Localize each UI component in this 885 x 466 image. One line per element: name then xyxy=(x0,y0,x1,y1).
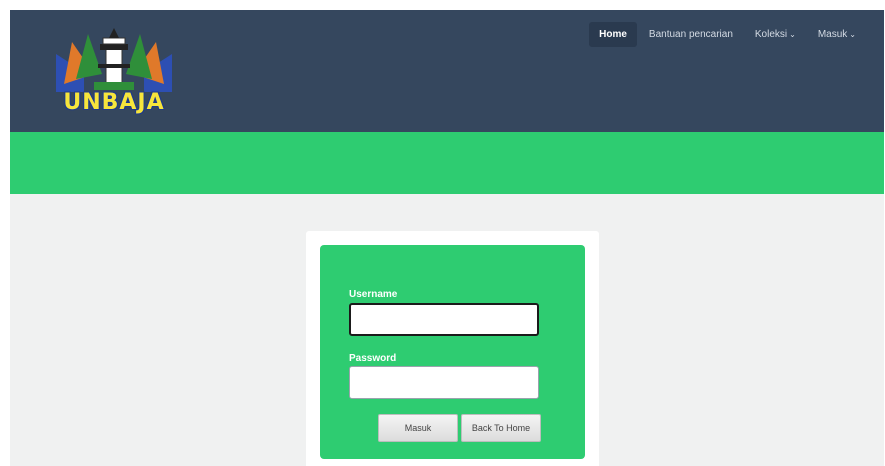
login-form: Username Password Masuk Back To Home xyxy=(320,245,585,459)
nav-item-home[interactable]: Home xyxy=(589,22,637,47)
login-card: Username Password Masuk Back To Home xyxy=(306,231,599,466)
page-frame: UNBAJA Home Bantuan pencarian Koleksi ⌄ … xyxy=(10,10,884,466)
nav-item-label: Koleksi xyxy=(754,29,788,40)
username-input[interactable] xyxy=(349,303,539,336)
nav-item-label: Bantuan pencarian xyxy=(648,29,733,40)
unbaja-logo[interactable]: UNBAJA xyxy=(54,24,174,116)
logo-text: UNBAJA xyxy=(63,90,165,115)
nav-item-koleksi[interactable]: Koleksi ⌄ xyxy=(745,22,806,47)
logo-emblem-icon xyxy=(56,28,172,92)
hero-banner xyxy=(10,132,884,194)
nav-item-bantuan-pencarian[interactable]: Bantuan pencarian xyxy=(639,22,743,47)
chevron-down-icon: ⌄ xyxy=(849,30,856,39)
username-label: Username xyxy=(349,289,398,300)
nav-item-label: Home xyxy=(599,29,627,40)
chevron-down-icon: ⌄ xyxy=(789,30,796,39)
main-nav: Home Bantuan pencarian Koleksi ⌄ Masuk ⌄ xyxy=(587,22,866,47)
password-label: Password xyxy=(349,353,397,364)
top-navbar: UNBAJA Home Bantuan pencarian Koleksi ⌄ … xyxy=(10,10,884,132)
back-to-home-button[interactable]: Back To Home xyxy=(461,414,541,442)
nav-item-masuk[interactable]: Masuk ⌄ xyxy=(808,22,866,47)
masuk-button[interactable]: Masuk xyxy=(378,414,458,442)
nav-item-label: Masuk xyxy=(817,29,848,40)
password-input[interactable] xyxy=(349,366,539,399)
